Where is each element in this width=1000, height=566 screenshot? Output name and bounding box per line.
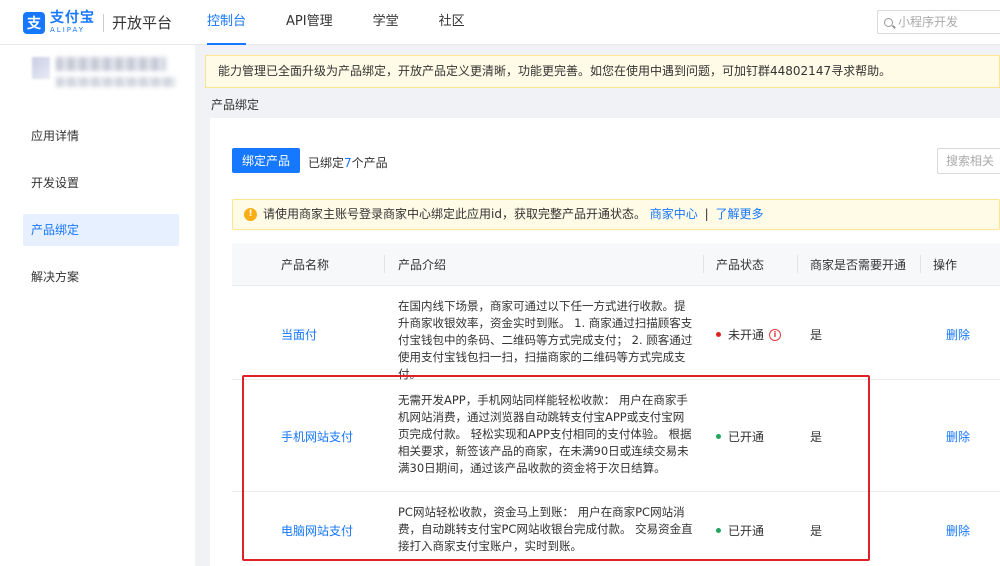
alert-text: 请使用商家主账号登录商家中心绑定此应用id，获取完整产品开通状态。 <box>263 207 646 221</box>
sidebar-item-product-binding[interactable]: 产品绑定 <box>23 214 179 246</box>
delete-link[interactable]: 删除 <box>946 522 970 539</box>
delete-link[interactable]: 删除 <box>946 326 970 343</box>
platform-title: 开放平台 <box>112 14 173 32</box>
status-dot-active <box>716 528 721 533</box>
header-divider <box>920 255 921 273</box>
table-row: 当面付 在国内线下场景，商家可通过以下任一方式进行收款。提升商家收银效率，资金实… <box>232 286 1000 381</box>
table-row: 手机网站支付 无需开发APP，手机网站同样能轻松收款： 用户在商家手机网站消费，… <box>232 380 1000 492</box>
header-product-intro: 产品介绍 <box>398 257 447 272</box>
sidebar: 应用详情 开发设置 产品绑定 解决方案 <box>0 45 195 566</box>
product-search-input[interactable] <box>946 149 1000 173</box>
bound-count-suffix: 个产品 <box>351 156 388 170</box>
nav-community[interactable]: 社区 <box>439 0 465 45</box>
status-label: 已开通 <box>728 430 765 444</box>
need-open-value: 是 <box>810 524 823 538</box>
delete-link[interactable]: 删除 <box>946 428 970 445</box>
nav-console[interactable]: 控制台 <box>207 0 247 45</box>
sidebar-item-dev-settings[interactable]: 开发设置 <box>23 167 179 199</box>
alipay-logo[interactable]: 支 支付宝 ALIPAY 开放平台 <box>23 11 172 34</box>
top-navbar: 支 支付宝 ALIPAY 开放平台 控制台 API管理 学堂 社区 <box>0 0 1000 45</box>
product-status: 未开通 i <box>716 326 782 343</box>
bound-count-text: 已绑定7个产品 <box>308 154 388 171</box>
logo-name-cn: 支付宝 <box>50 10 95 26</box>
breadcrumb: 产品绑定 <box>211 98 260 112</box>
nav-api-management[interactable]: API管理 <box>286 0 333 45</box>
header-divider <box>384 255 385 273</box>
merchant-center-link[interactable]: 商家中心 <box>650 207 698 221</box>
app-id-redacted <box>56 77 176 87</box>
logo-name-en: ALIPAY <box>50 26 86 34</box>
bound-count-number: 7 <box>344 156 352 170</box>
alert-separator: | <box>704 207 709 221</box>
status-dot-active <box>716 434 721 439</box>
need-open-value: 是 <box>810 430 823 444</box>
top-search-box[interactable] <box>877 10 1000 34</box>
main-nav: 控制台 API管理 学堂 社区 <box>207 0 505 45</box>
table-row: 电脑网站支付 PC网站轻松收款，资金马上到账： 用户在商家PC网站消费，自动跳转… <box>232 492 1000 566</box>
product-binding-card: 绑定产品 已绑定7个产品 ! 请使用商家主账号登录商家中心绑定此应用id，获取完… <box>210 118 1000 566</box>
status-dot-inactive <box>716 332 721 337</box>
header-divider <box>797 255 798 273</box>
logo-divider <box>103 13 104 32</box>
product-name-link[interactable]: 当面付 <box>281 326 317 343</box>
sidebar-item-app-details[interactable]: 应用详情 <box>23 120 179 152</box>
header-action: 操作 <box>933 257 958 272</box>
product-table: 产品名称 产品介绍 产品状态 商家是否需要开通 操作 当面付 在国内线下场景，商… <box>232 243 1000 566</box>
header-product-name: 产品名称 <box>281 257 330 272</box>
product-status: 已开通 <box>716 428 764 445</box>
info-icon[interactable]: i <box>769 328 782 341</box>
alipay-logo-icon: 支 <box>23 11 45 34</box>
bound-count-prefix: 已绑定 <box>308 156 345 170</box>
product-name-link[interactable]: 电脑网站支付 <box>281 522 353 539</box>
upgrade-notice-banner: 能力管理已全面升级为产品绑定，开放产品定义更清晰，功能更完善。如您在使用中遇到问… <box>205 55 1000 88</box>
nav-academy[interactable]: 学堂 <box>373 0 399 45</box>
warning-icon: ! <box>244 208 257 221</box>
header-divider <box>703 255 704 273</box>
top-search-input[interactable] <box>898 15 998 29</box>
app-name-redacted <box>56 57 166 71</box>
header-product-status: 产品状态 <box>716 257 765 272</box>
bind-product-button[interactable]: 绑定产品 <box>232 148 300 173</box>
app-avatar <box>32 57 50 79</box>
table-header: 产品名称 产品介绍 产品状态 商家是否需要开通 操作 <box>232 243 1000 286</box>
search-icon <box>884 17 893 27</box>
header-need-open: 商家是否需要开通 <box>810 257 907 272</box>
status-label: 已开通 <box>728 524 765 538</box>
sidebar-item-solutions[interactable]: 解决方案 <box>23 261 179 293</box>
product-name-link[interactable]: 手机网站支付 <box>281 428 353 445</box>
status-label: 未开通 <box>728 328 765 342</box>
product-intro: PC网站轻松收款，资金马上到账： 用户在商家PC网站消费，自动跳转支付宝PC网站… <box>398 505 693 553</box>
need-open-value: 是 <box>810 328 823 342</box>
product-intro: 无需开发APP，手机网站同样能轻松收款： 用户在商家手机网站消费，通过浏览器自动… <box>398 393 692 475</box>
side-menu: 应用详情 开发设置 产品绑定 解决方案 <box>0 120 195 308</box>
product-status: 已开通 <box>716 522 764 539</box>
logo-wordmark: 支付宝 ALIPAY <box>50 11 95 34</box>
product-intro: 在国内线下场景，商家可通过以下任一方式进行收款。提升商家收银效率，资金实时到账。… <box>398 299 693 381</box>
product-search-box[interactable] <box>937 148 1000 174</box>
learn-more-link[interactable]: 了解更多 <box>716 207 764 221</box>
merchant-login-alert: ! 请使用商家主账号登录商家中心绑定此应用id，获取完整产品开通状态。 商家中心… <box>232 199 1000 230</box>
